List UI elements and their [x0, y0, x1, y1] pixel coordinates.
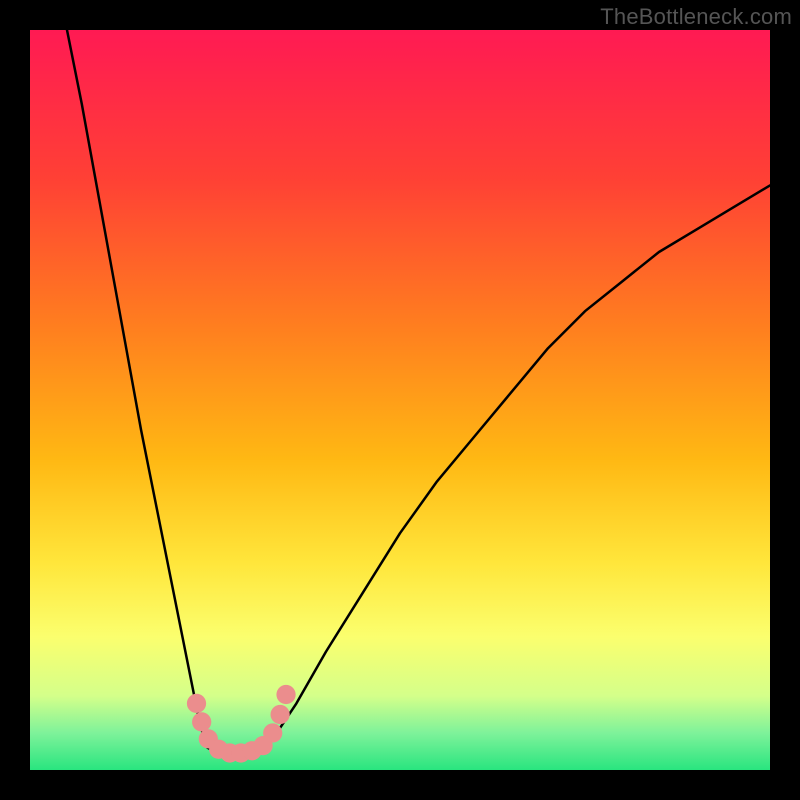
marker-dot: [263, 723, 282, 742]
marker-dot: [192, 712, 211, 731]
chart-background: [30, 30, 770, 770]
chart-svg: [30, 30, 770, 770]
marker-dot: [187, 694, 206, 713]
watermark-text: TheBottleneck.com: [600, 4, 792, 30]
chart-frame: TheBottleneck.com: [0, 0, 800, 800]
marker-dot: [276, 685, 295, 704]
marker-dot: [271, 705, 290, 724]
plot-area: [30, 30, 770, 770]
